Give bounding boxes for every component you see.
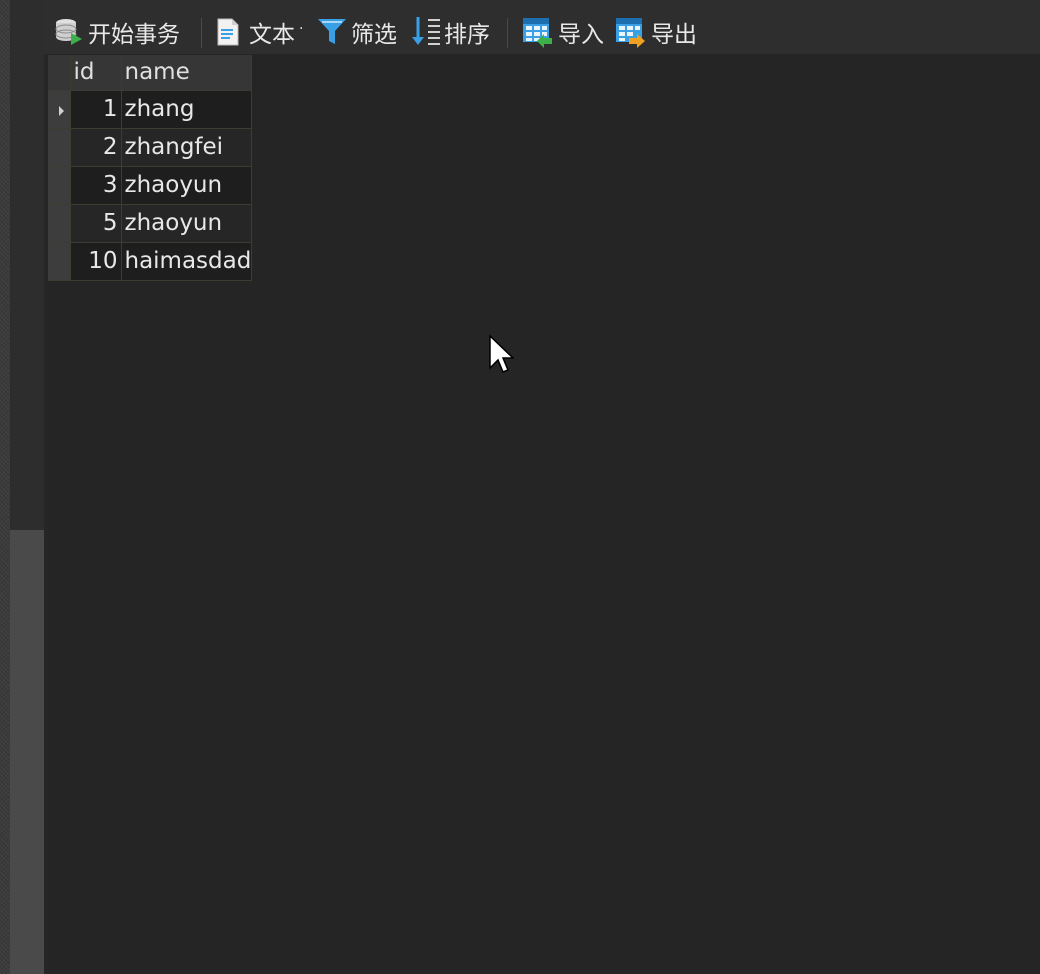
table-row[interactable]: 10 haimasdad: [48, 242, 253, 281]
export-button[interactable]: 导出: [615, 14, 697, 50]
column-header-name[interactable]: name: [121, 55, 253, 91]
import-label: 导入: [558, 22, 604, 48]
column-header-id[interactable]: id: [70, 55, 122, 91]
row-indicator[interactable]: [48, 166, 71, 205]
text-view-button[interactable]: 文本 ·: [216, 14, 303, 50]
cell-name[interactable]: zhangfei: [121, 128, 253, 167]
row-indicator[interactable]: [48, 242, 71, 281]
cell-name[interactable]: zhang: [121, 90, 253, 129]
table-import-icon: [523, 18, 552, 48]
toolbar-divider: [201, 18, 202, 48]
toolbar-divider: [507, 18, 508, 48]
export-label: 导出: [651, 22, 697, 48]
data-grid: id name 1 zhang 2 zhangfei 3 zhaoyun 5 z…: [48, 55, 253, 281]
document-icon: [217, 18, 239, 46]
cell-name[interactable]: haimasdad: [121, 242, 253, 281]
text-dropdown-icon[interactable]: ·: [299, 21, 303, 37]
row-indicator-header: [48, 55, 71, 91]
table-row[interactable]: 3 zhaoyun: [48, 166, 253, 205]
text-view-label: 文本: [249, 22, 295, 48]
cell-id[interactable]: 1: [70, 90, 122, 129]
toolbar: 开始事务 文本 · 筛选 排序 导入 导出: [44, 0, 1040, 54]
filter-button[interactable]: 筛选: [316, 14, 397, 50]
grid-header-row: id name: [48, 55, 253, 91]
cell-id[interactable]: 3: [70, 166, 122, 205]
cell-id[interactable]: 2: [70, 128, 122, 167]
begin-transaction-button[interactable]: 开始事务: [54, 14, 180, 50]
filter-label: 筛选: [351, 22, 397, 48]
cell-id[interactable]: 5: [70, 204, 122, 243]
sidebar-scroll-thumb[interactable]: [10, 530, 44, 974]
database-play-icon: [55, 19, 82, 45]
row-indicator[interactable]: [48, 204, 71, 243]
sort-icon: [412, 17, 440, 45]
row-indicator[interactable]: [48, 90, 71, 129]
table-row[interactable]: 5 zhaoyun: [48, 204, 253, 243]
cell-id[interactable]: 10: [70, 242, 122, 281]
begin-transaction-label: 开始事务: [88, 22, 180, 48]
table-row[interactable]: 2 zhangfei: [48, 128, 253, 167]
funnel-icon: [318, 19, 346, 44]
sort-label: 排序: [444, 22, 490, 48]
import-button[interactable]: 导入: [522, 14, 604, 50]
cell-name[interactable]: zhaoyun: [121, 166, 253, 205]
sort-button[interactable]: 排序: [410, 14, 490, 50]
table-export-icon: [616, 18, 645, 48]
window-edge: [0, 0, 10, 974]
mouse-pointer-icon: [489, 334, 514, 373]
row-indicator[interactable]: [48, 128, 71, 167]
table-row[interactable]: 1 zhang: [48, 90, 253, 129]
cell-name[interactable]: zhaoyun: [121, 204, 253, 243]
row-pointer-icon: [59, 106, 64, 116]
